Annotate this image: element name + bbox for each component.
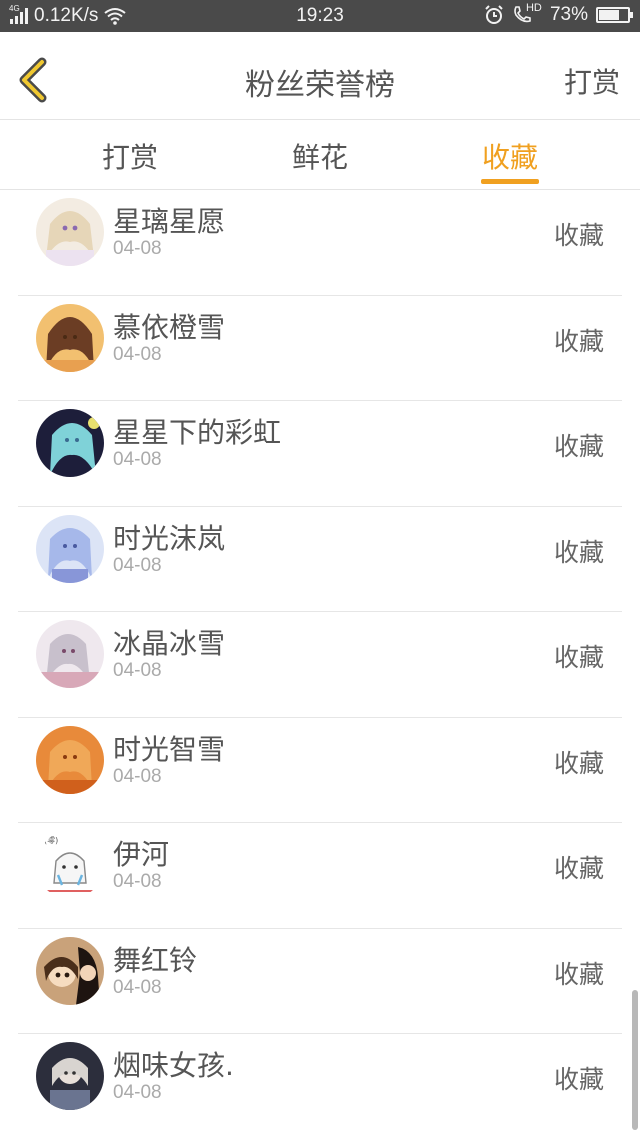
favorite-label: 收藏	[553, 1065, 604, 1094]
list-item[interactable]: 烟味女孩. 04-08 收藏	[0, 1034, 640, 1138]
list-item[interactable]: 慕依橙雪 04-08 收藏	[0, 296, 640, 402]
tab-bar: 打赏 鲜花 收藏	[0, 120, 640, 190]
avatar: (零)	[36, 831, 104, 899]
fan-date: 04-08	[113, 660, 162, 681]
list-item[interactable]: 舞红铃 04-08 收藏	[0, 929, 640, 1035]
fan-date: 04-08	[113, 238, 162, 259]
avatar	[36, 725, 104, 794]
fan-name: 伊河	[113, 838, 170, 871]
favorite-label: 收藏	[553, 432, 604, 461]
favorite-label: 收藏	[553, 221, 604, 250]
fan-date: 04-08	[113, 765, 162, 787]
fan-name: 烟味女孩.	[113, 1049, 234, 1082]
tab-flowers[interactable]: 鲜花	[250, 136, 390, 176]
avatar	[36, 303, 104, 372]
list-item[interactable]: (零) 伊河 04-08 收藏	[0, 823, 640, 929]
favorite-label: 收藏	[553, 748, 604, 778]
fan-list: 星璃星愿 04-08 收藏 慕依橙雪 04-08 收藏 星星下的彩虹 04-08…	[0, 190, 640, 1138]
fan-date: 04-08	[113, 554, 162, 576]
reward-button[interactable]: 打赏	[564, 61, 620, 101]
favorite-label: 收藏	[553, 643, 604, 672]
scrollbar[interactable]	[632, 990, 638, 1130]
active-tab-indicator	[481, 179, 539, 184]
fan-date: 04-08	[113, 976, 162, 998]
header: 粉丝荣誉榜 打赏	[0, 32, 640, 120]
favorite-label: 收藏	[553, 854, 604, 883]
status-bar: 4G 0.12K/s 19:23 HD 73%	[0, 0, 640, 32]
favorite-label: 收藏	[553, 326, 604, 356]
list-item[interactable]: 冰晶冰雪 04-08 收藏	[0, 612, 640, 718]
hd-label: HD	[525, 2, 542, 14]
avatar	[36, 1042, 104, 1110]
fan-date: 04-08	[113, 449, 162, 470]
fan-name: 舞红铃	[113, 943, 198, 977]
avatar	[36, 514, 104, 583]
tab-favorites[interactable]: 收藏	[440, 136, 580, 176]
battery-percent: 73%	[549, 4, 588, 25]
favorite-label: 收藏	[553, 537, 604, 567]
hd-call-icon: HD	[512, 2, 542, 25]
fan-name: 星璃星愿	[113, 205, 226, 238]
fan-name: 慕依橙雪	[113, 310, 226, 344]
avatar	[36, 198, 104, 266]
fan-date: 04-08	[113, 871, 162, 892]
fan-name: 时光沫岚	[113, 521, 226, 555]
avatar	[36, 620, 104, 688]
list-item[interactable]: 时光智雪 04-08 收藏	[0, 718, 640, 824]
tab-reward[interactable]: 打赏	[60, 136, 200, 176]
fan-name: 冰晶冰雪	[113, 627, 226, 660]
battery-icon	[596, 7, 633, 23]
page-title: 粉丝荣誉榜	[245, 68, 395, 103]
fan-name: 星星下的彩虹	[113, 416, 282, 449]
favorite-label: 收藏	[553, 959, 604, 989]
fan-date: 04-08	[113, 1082, 162, 1103]
alarm-icon	[485, 5, 503, 24]
list-item[interactable]: 星璃星愿 04-08 收藏	[0, 190, 640, 296]
svg-text:(零): (零)	[44, 836, 58, 845]
avatar	[36, 409, 104, 477]
list-item[interactable]: 星星下的彩虹 04-08 收藏	[0, 401, 640, 507]
avatar	[36, 936, 104, 1005]
fan-date: 04-08	[113, 343, 162, 365]
list-item[interactable]: 时光沫岚 04-08 收藏	[0, 507, 640, 613]
fan-name: 时光智雪	[113, 732, 226, 766]
